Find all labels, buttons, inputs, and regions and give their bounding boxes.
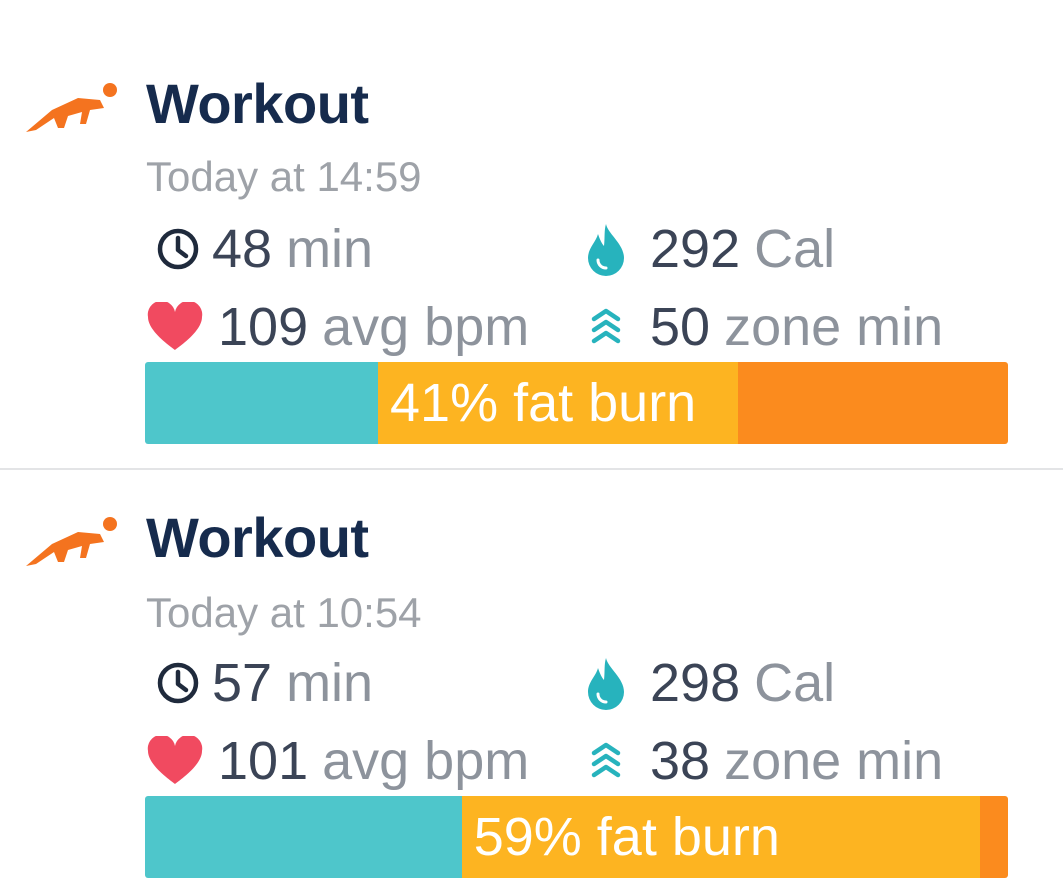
heart-rate-unit: avg bpm <box>322 731 530 791</box>
calories-value: 292 <box>650 219 741 279</box>
zone-chevrons-icon <box>591 308 621 344</box>
calories-stat: 292 Cal <box>584 222 835 276</box>
heart-rate-zone-bar: 41% fat burn <box>145 362 1008 444</box>
fat-burn-label: 41% fat burn <box>390 373 697 433</box>
zone-minutes-stat: 38 zone min <box>588 734 943 788</box>
zone-minutes-stat: 50 zone min <box>588 300 943 354</box>
heart-icon <box>147 302 203 350</box>
duration-value: 57 <box>212 653 273 713</box>
calories-value: 298 <box>650 653 741 713</box>
workout-title: Workout <box>146 506 369 569</box>
zone-segment-below <box>145 362 378 444</box>
duration-value: 48 <box>212 219 273 279</box>
exercise-list: Workout Today at 14:59 48 min 292 Cal 10… <box>0 0 1063 882</box>
calories-stat: 298 Cal <box>584 656 835 710</box>
heart-rate-stat: 109 avg bpm <box>146 300 529 354</box>
running-figure-icon <box>26 517 117 566</box>
zone-minutes-value: 50 <box>650 297 711 357</box>
workout-timestamp: Today at 14:59 <box>146 153 422 200</box>
zone-segment-fat-burn: 41% fat burn <box>378 362 738 444</box>
workout-title: Workout <box>146 72 369 135</box>
fat-burn-label: 59% fat burn <box>473 807 780 867</box>
heart-rate-zone-bar: 59% fat burn <box>145 796 1008 878</box>
running-figure-icon <box>26 83 117 132</box>
heart-icon <box>147 736 203 784</box>
zone-segment-cardio <box>979 796 1008 878</box>
duration-stat: 57 min <box>156 656 373 710</box>
workout-timestamp: Today at 10:54 <box>146 589 422 636</box>
flame-icon <box>588 658 624 710</box>
zone-segment-cardio <box>737 362 1008 444</box>
flame-icon <box>588 224 624 276</box>
zone-minutes-unit: zone min <box>724 731 944 791</box>
heart-rate-stat: 101 avg bpm <box>146 734 529 788</box>
heart-rate-value: 101 <box>218 731 309 791</box>
calories-unit: Cal <box>754 219 836 279</box>
zone-chevrons-icon <box>591 742 621 778</box>
zone-minutes-unit: zone min <box>724 297 944 357</box>
clock-icon <box>157 228 199 270</box>
clock-icon <box>157 662 199 704</box>
duration-unit: min <box>286 653 374 713</box>
heart-rate-unit: avg bpm <box>322 297 530 357</box>
heart-rate-value: 109 <box>218 297 309 357</box>
zone-segment-below <box>145 796 462 878</box>
duration-stat: 48 min <box>156 222 373 276</box>
zone-minutes-value: 38 <box>650 731 711 791</box>
calories-unit: Cal <box>754 653 836 713</box>
duration-unit: min <box>286 219 374 279</box>
zone-segment-fat-burn: 59% fat burn <box>461 796 980 878</box>
